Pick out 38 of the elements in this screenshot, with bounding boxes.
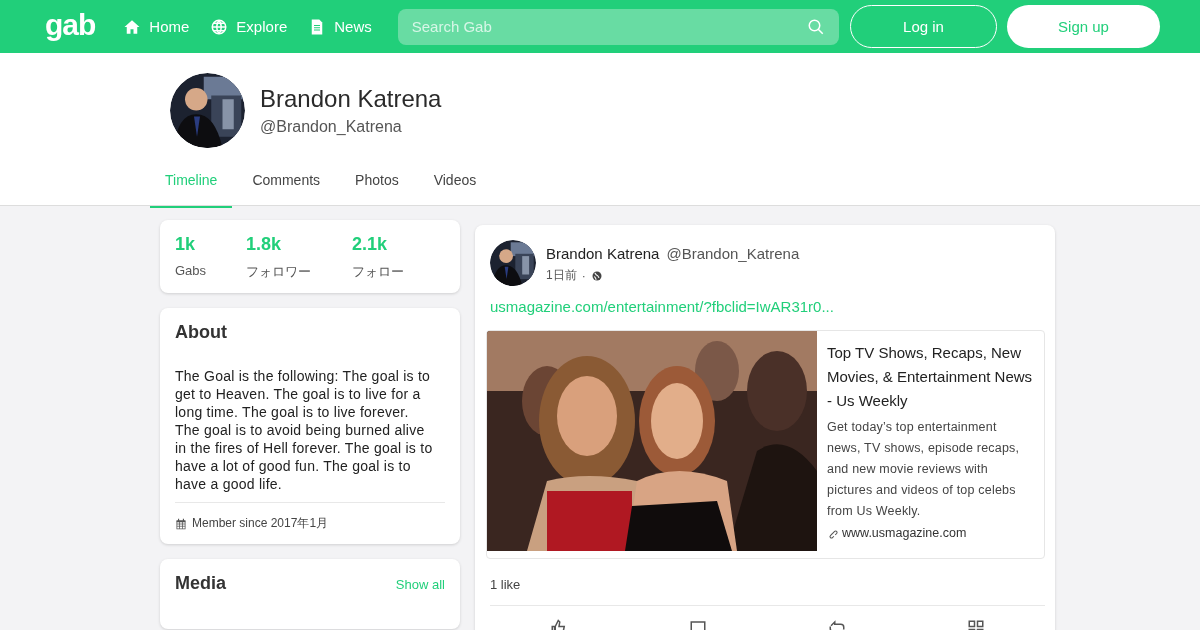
- stat-value: 2.1k: [352, 234, 389, 255]
- card-title: About: [175, 322, 228, 343]
- globe-icon: [210, 17, 229, 36]
- tab[interactable]: Photos: [340, 162, 414, 208]
- show-all-link[interactable]: Show all: [395, 577, 445, 592]
- logo[interactable]: gab: [45, 8, 96, 42]
- stat-label: フォロー: [352, 263, 404, 281]
- member-since: Member since 2017年1月: [192, 515, 329, 532]
- preview-title: Top TV Shows, Recaps, New Movies, & Entertainment News - Us Weekly: [827, 343, 1034, 411]
- preview-domain: www.usmagazine.com: [842, 526, 967, 540]
- signup-button[interactable]: Sign up: [1007, 5, 1160, 48]
- author-name: Brandon Katrena: [546, 245, 660, 262]
- tab[interactable]: Videos: [418, 162, 492, 208]
- tab[interactable]: Comments: [237, 162, 336, 208]
- calendar-icon: [175, 517, 187, 530]
- tab[interactable]: Timeline: [150, 162, 233, 208]
- stat-label: Gabs: [175, 263, 208, 278]
- search-icon: [806, 17, 825, 36]
- link-preview-card[interactable]: [486, 330, 1045, 559]
- separator: ·: [581, 268, 586, 283]
- about-text: The Goal is the following: The goal is to get to Heaven. The goal is to live for a long time. The goal is to live forever. The goal is to avoid being burned alive in the fires of Hell forever. The goal is to have a lot of good fun. The goal is to have a good life.: [175, 367, 433, 493]
- post-link[interactable]: usmagazine.com/entertainment/?fbclid=IwAR31r0...: [490, 298, 1045, 315]
- profile-name: Brandon Katrena: [260, 85, 442, 113]
- globe-icon: [590, 269, 603, 282]
- search-field[interactable]: Search Gab: [397, 8, 839, 45]
- like-count: 1 like: [490, 559, 1045, 606]
- post-time: 1日前: [546, 267, 577, 284]
- nav-link[interactable]: Explore: [210, 17, 288, 36]
- preview-description: Get today’s top entertainment news, TV shows, episode recaps, and new movie reviews with pictures and videos of top celebs from Us Weekly.: [827, 419, 1021, 520]
- nav-link[interactable]: Home: [123, 17, 190, 36]
- link-icon: [827, 527, 838, 539]
- card-title: Media: [175, 573, 226, 594]
- stat-value: 1.8k: [246, 234, 283, 255]
- stat-label: フォロワー: [246, 263, 312, 281]
- author-handle: @Brandon_Katrena: [666, 245, 800, 262]
- nav-link[interactable]: News: [308, 17, 372, 36]
- profile-handle: @Brandon_Katrena: [260, 118, 403, 136]
- stat-value: 1k: [175, 234, 197, 255]
